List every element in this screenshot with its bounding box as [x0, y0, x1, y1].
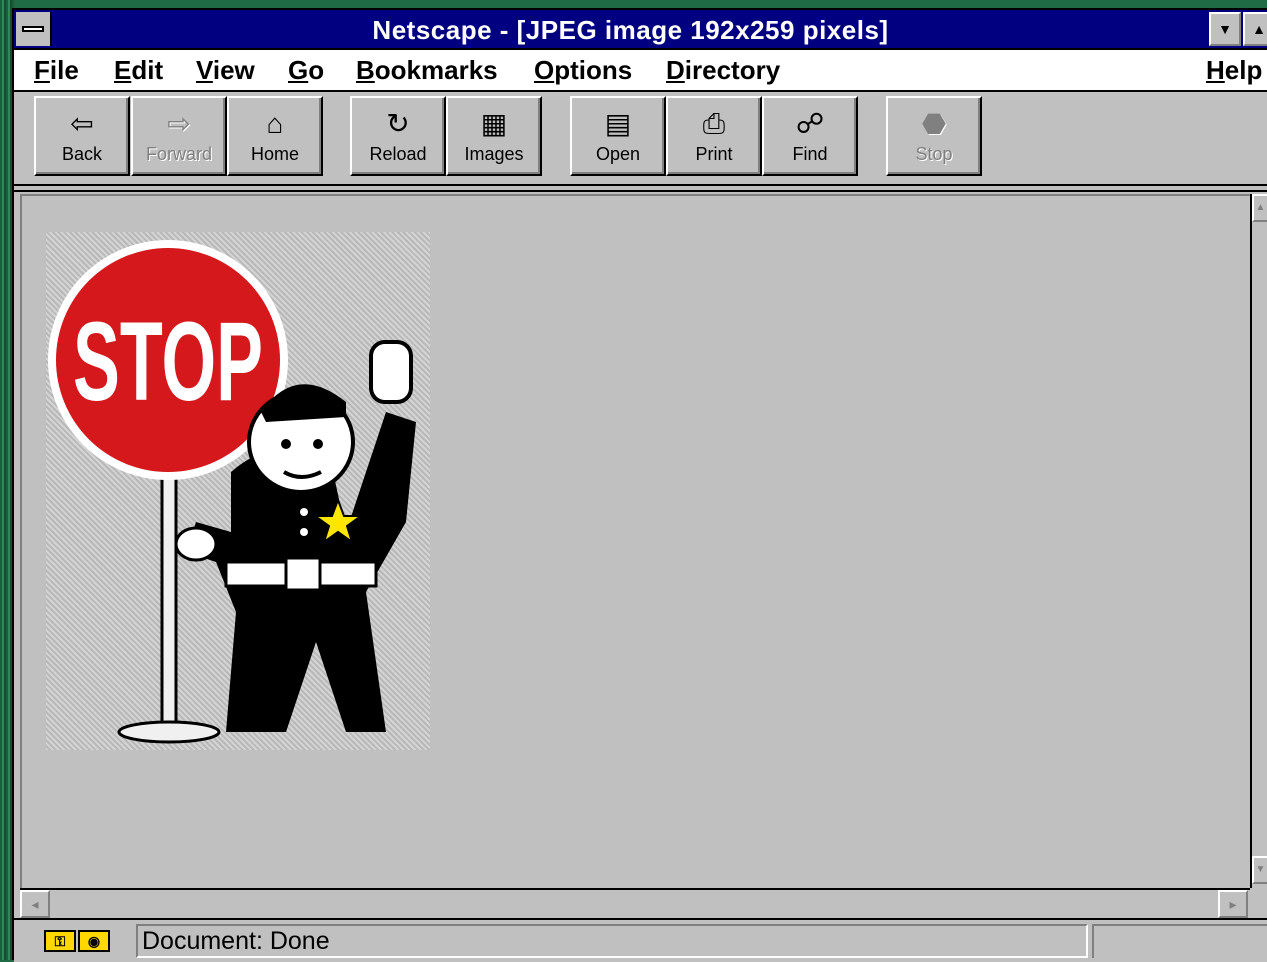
forward-arrow-icon: ⇨ — [167, 108, 191, 139]
print-button[interactable]: ⎙ Print — [666, 96, 762, 176]
belt-buckle — [284, 556, 322, 592]
scroll-right-button[interactable]: ▸ — [1218, 890, 1248, 918]
maximize-icon: ▲ — [1252, 21, 1266, 37]
eye-right — [313, 439, 323, 449]
menu-file[interactable]: File — [34, 50, 79, 90]
jpeg-image: STOP — [46, 232, 430, 750]
system-menu-icon — [22, 26, 44, 32]
forward-button[interactable]: ⇨ Forward — [131, 96, 227, 176]
horizontal-scrollbar[interactable]: ◂ ▸ — [20, 888, 1250, 918]
vertical-scrollbar[interactable]: ▲ ▼ — [1250, 194, 1267, 888]
menu-edit[interactable]: Edit — [114, 50, 163, 90]
scroll-down-button[interactable]: ▼ — [1252, 856, 1267, 884]
coat-button — [300, 508, 308, 516]
images-button[interactable]: ▦ Images — [446, 96, 542, 176]
eye-left — [281, 439, 291, 449]
key-icon: ⚿ — [44, 930, 76, 952]
browser-window: Netscape - [JPEG image 192x259 pixels] ▼… — [12, 8, 1267, 962]
arrow-up-icon: ▲ — [1255, 202, 1266, 213]
sign-pole — [160, 450, 178, 734]
arrow-right-icon: ▸ — [1229, 896, 1237, 912]
binoculars-icon: ☍ — [795, 108, 825, 139]
open-button[interactable]: ▤ Open — [570, 96, 666, 176]
menu-directory[interactable]: Directory — [666, 50, 780, 90]
security-indicator[interactable]: ⚿ ◉ — [44, 928, 114, 954]
menu-bar: File Edit View Go Bookmarks Options Dire… — [14, 50, 1267, 92]
document-area: STOP — [20, 194, 1250, 888]
status-bar: ⚿ ◉ Document: Done — [14, 918, 1267, 962]
title-bar: Netscape - [JPEG image 192x259 pixels] ▼… — [14, 10, 1267, 50]
home-icon: ⌂ — [266, 108, 284, 139]
printer-icon: ⎙ — [702, 108, 726, 139]
toolbar-divider — [14, 186, 1267, 192]
system-menu-button[interactable] — [16, 12, 52, 46]
minimize-icon: ▼ — [1218, 21, 1232, 37]
stop-icon: ⬣ — [921, 108, 947, 139]
reload-button[interactable]: ↻ Reload — [350, 96, 446, 176]
back-arrow-icon: ⇦ — [70, 108, 94, 139]
menu-bookmarks[interactable]: Bookmarks — [356, 50, 498, 90]
progress-field — [1092, 924, 1267, 958]
toolbar: ⇦ Back ⇨ Forward ⌂ Home ↻ Reload ▦ Image… — [14, 92, 1267, 186]
menu-help[interactable]: Help — [1206, 50, 1262, 90]
stop-sign-text: STOP — [73, 299, 263, 424]
arrow-left-icon: ◂ — [31, 896, 39, 912]
status-text: Document: Done — [136, 924, 1088, 958]
hand-on-pole — [174, 526, 218, 562]
maximize-button[interactable]: ▲ — [1243, 12, 1267, 46]
coat-button — [300, 528, 308, 536]
window-title: Netscape - [JPEG image 192x259 pixels] — [372, 15, 889, 45]
scrollbar-corner — [1250, 888, 1267, 918]
pole-base — [117, 720, 221, 744]
stop-sign-policeman-illustration: STOP — [48, 240, 416, 744]
scroll-up-button[interactable]: ▲ — [1252, 194, 1267, 222]
stop-button[interactable]: ⬣ Stop — [886, 96, 982, 176]
minimize-button[interactable]: ▼ — [1209, 12, 1241, 46]
menu-go[interactable]: Go — [288, 50, 324, 90]
reload-icon: ↻ — [386, 108, 410, 139]
back-button[interactable]: ⇦ Back — [34, 96, 130, 176]
images-icon: ▦ — [480, 108, 508, 139]
menu-view[interactable]: View — [196, 50, 255, 90]
find-button[interactable]: ☍ Find — [762, 96, 858, 176]
open-icon: ▤ — [604, 108, 632, 139]
arrow-down-icon: ▼ — [1255, 864, 1266, 875]
raised-hand — [369, 340, 413, 404]
scroll-left-button[interactable]: ◂ — [20, 890, 50, 918]
mail-icon: ◉ — [78, 930, 110, 952]
home-button[interactable]: ⌂ Home — [227, 96, 323, 176]
menu-options[interactable]: Options — [534, 50, 632, 90]
